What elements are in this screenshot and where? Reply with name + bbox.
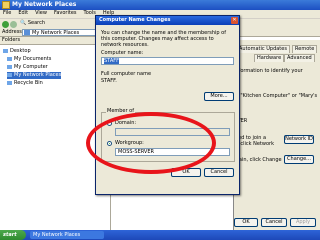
highlight-ellipse <box>86 112 216 174</box>
system-properties-window: Automatic Updates Remote Hardware Advanc… <box>233 40 320 230</box>
documents-icon <box>7 56 12 61</box>
tree-label: My Documents <box>14 56 52 62</box>
network-id-button[interactable]: Network ID <box>284 135 314 144</box>
menu-view[interactable]: View <box>35 10 47 16</box>
window-title: My Network Places <box>12 1 77 8</box>
close-icon[interactable]: ✕ <box>231 17 238 24</box>
search-icon: 🔍 <box>20 20 27 26</box>
computer-name-value: STAFF <box>104 58 120 64</box>
address-value: My Network Places <box>32 30 80 36</box>
ok-button[interactable]: OK <box>234 218 258 227</box>
menu-tools[interactable]: Tools <box>84 10 96 16</box>
recycle-bin-icon <box>7 80 12 85</box>
tree-label: My Computer <box>14 64 48 70</box>
cancel-button[interactable]: Cancel <box>261 218 287 227</box>
back-icon[interactable] <box>2 21 9 28</box>
computer-name-input[interactable]: STAFF <box>101 57 234 65</box>
tree-label: My Network Places <box>14 72 62 78</box>
computer-icon <box>7 64 12 69</box>
rename-line: main, click Change <box>234 157 282 163</box>
network-places-icon <box>7 72 12 77</box>
computer-name-label: Computer name: <box>101 50 144 56</box>
network-places-icon <box>24 30 30 35</box>
join-line-2: n, click Network <box>234 141 274 147</box>
tree-label: Recycle Bin <box>14 80 43 86</box>
desktop-icon <box>3 48 8 53</box>
more-button[interactable]: More... <box>204 92 234 101</box>
full-name-label: Full computer name <box>101 71 152 77</box>
tree-item-my-computer[interactable]: My Computer <box>7 64 48 71</box>
search-button[interactable]: 🔍 Search <box>20 20 45 27</box>
change-button[interactable]: Change... <box>284 155 314 164</box>
tab-hardware[interactable]: Hardware <box>254 54 285 62</box>
address-label: Address <box>2 29 22 35</box>
dialog-intro: You can change the name and the membersh… <box>101 30 226 48</box>
tree-label: Desktop <box>10 48 31 54</box>
search-label: Search <box>27 20 46 26</box>
taskbar-item-my-network-places[interactable]: My Network Places <box>30 231 104 239</box>
taskbar: start My Network Places <box>0 230 320 240</box>
start-button[interactable]: start <box>0 230 26 240</box>
tab-advanced[interactable]: Advanced <box>284 54 315 62</box>
menu-favorites[interactable]: Favorites <box>54 10 77 16</box>
cancel-button[interactable]: Cancel <box>204 168 234 177</box>
folder-icon <box>2 1 10 9</box>
apply-button[interactable]: Apply <box>290 218 316 227</box>
address-input[interactable]: My Network Places <box>22 29 100 36</box>
dialog-title: Computer Name Changes <box>96 16 239 25</box>
menu-file[interactable]: File <box>3 10 11 16</box>
tab-automatic-updates[interactable]: Automatic Updates <box>236 45 290 53</box>
example-line: e: "Kitchen Computer" or "Mary's <box>234 93 318 99</box>
menu-edit[interactable]: Edit <box>18 10 28 16</box>
tree-item-my-documents[interactable]: My Documents <box>7 56 51 63</box>
tree-item-recycle-bin[interactable]: Recycle Bin <box>7 80 43 87</box>
explorer-titlebar: My Network Places <box>0 0 320 10</box>
tab-remote[interactable]: Remote <box>292 45 318 53</box>
tree-item-my-network-places[interactable]: My Network Places <box>7 72 62 79</box>
forward-icon[interactable] <box>10 21 17 28</box>
full-name-value: STAFF. <box>101 78 117 84</box>
tree-item-desktop[interactable]: Desktop <box>3 48 31 55</box>
description-line: information to identify your <box>234 68 303 74</box>
